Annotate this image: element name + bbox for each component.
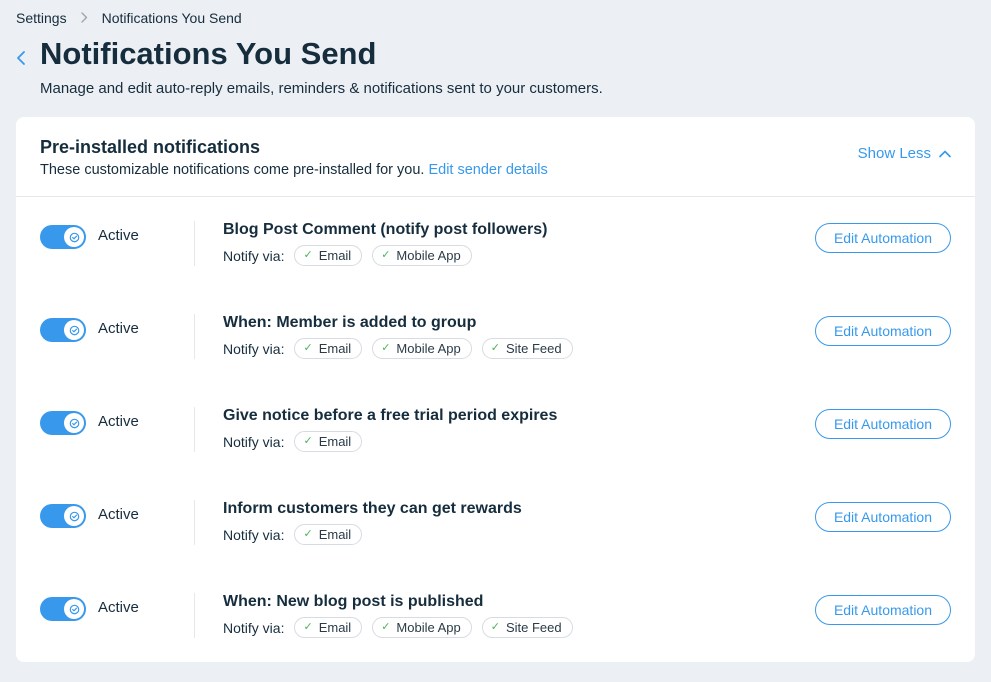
- preinstalled-card: Pre-installed notifications These custom…: [16, 117, 975, 662]
- notify-via-label: Notify via:: [223, 527, 284, 543]
- page-header: Notifications You Send Manage and edit a…: [0, 26, 991, 117]
- section-title: Pre-installed notifications: [40, 137, 548, 158]
- notification-row: Active Give notice before a free trial pe…: [16, 383, 975, 476]
- edit-automation-button[interactable]: Edit Automation: [815, 409, 951, 439]
- vertical-divider: [194, 221, 195, 266]
- edit-automation-button[interactable]: Edit Automation: [815, 316, 951, 346]
- check-icon: ✓: [303, 250, 312, 261]
- notification-title: Give notice before a free trial period e…: [223, 407, 799, 425]
- card-header: Pre-installed notifications These custom…: [16, 117, 975, 197]
- notification-title: Blog Post Comment (notify post followers…: [223, 221, 799, 239]
- status-label: Active: [98, 407, 194, 430]
- active-toggle[interactable]: [40, 318, 86, 342]
- channel-chip: ✓Mobile App: [372, 617, 472, 638]
- notification-row: Active Inform customers they can get rewa…: [16, 476, 975, 569]
- page-subtitle: Manage and edit auto-reply emails, remin…: [40, 80, 603, 97]
- check-icon: ✓: [303, 529, 312, 540]
- breadcrumb-root[interactable]: Settings: [16, 10, 67, 26]
- status-label: Active: [98, 593, 194, 616]
- status-label: Active: [98, 221, 194, 244]
- chevron-up-icon: [939, 150, 951, 158]
- vertical-divider: [194, 500, 195, 545]
- channel-chip: ✓Site Feed: [482, 617, 573, 638]
- notification-row: Active When: Member is added to group Noti…: [16, 290, 975, 383]
- channel-chip: ✓Email: [294, 524, 362, 545]
- active-toggle[interactable]: [40, 225, 86, 249]
- edit-automation-button[interactable]: Edit Automation: [815, 595, 951, 625]
- check-icon: ✓: [303, 436, 312, 447]
- check-icon: ✓: [381, 250, 390, 261]
- channel-chip: ✓Email: [294, 245, 362, 266]
- notification-title: When: New blog post is published: [223, 593, 799, 611]
- notify-via-label: Notify via:: [223, 248, 284, 264]
- notification-row: Active When: New blog post is published No…: [16, 569, 975, 662]
- vertical-divider: [194, 593, 195, 638]
- edit-automation-button[interactable]: Edit Automation: [815, 223, 951, 253]
- active-toggle[interactable]: [40, 597, 86, 621]
- channel-chip: ✓Email: [294, 431, 362, 452]
- show-less-toggle[interactable]: Show Less: [858, 145, 951, 162]
- notify-via-label: Notify via:: [223, 434, 284, 450]
- channel-chip: ✓Site Feed: [482, 338, 573, 359]
- vertical-divider: [194, 314, 195, 359]
- channel-chip: ✓Email: [294, 338, 362, 359]
- breadcrumb-current: Notifications You Send: [102, 10, 242, 26]
- notification-title: Inform customers they can get rewards: [223, 500, 799, 518]
- check-icon: ✓: [303, 343, 312, 354]
- check-icon: ✓: [491, 343, 500, 354]
- status-label: Active: [98, 500, 194, 523]
- channel-chip: ✓Mobile App: [372, 245, 472, 266]
- chevron-right-icon: [81, 10, 88, 26]
- check-icon: ✓: [491, 622, 500, 633]
- breadcrumb: Settings Notifications You Send: [0, 0, 991, 26]
- channel-chip: ✓Mobile App: [372, 338, 472, 359]
- edit-sender-details-link[interactable]: Edit sender details: [428, 162, 547, 178]
- status-label: Active: [98, 314, 194, 337]
- check-icon: ✓: [381, 343, 390, 354]
- check-icon: ✓: [381, 622, 390, 633]
- notification-row: Active Blog Post Comment (notify post fol…: [16, 197, 975, 290]
- check-icon: ✓: [303, 622, 312, 633]
- vertical-divider: [194, 407, 195, 452]
- notify-via-label: Notify via:: [223, 341, 284, 357]
- channel-chip: ✓Email: [294, 617, 362, 638]
- back-arrow-icon[interactable]: [16, 50, 26, 71]
- notification-title: When: Member is added to group: [223, 314, 799, 332]
- edit-automation-button[interactable]: Edit Automation: [815, 502, 951, 532]
- active-toggle[interactable]: [40, 411, 86, 435]
- notify-via-label: Notify via:: [223, 620, 284, 636]
- active-toggle[interactable]: [40, 504, 86, 528]
- page-title: Notifications You Send: [40, 36, 603, 72]
- section-desc: These customizable notifications come pr…: [40, 162, 548, 178]
